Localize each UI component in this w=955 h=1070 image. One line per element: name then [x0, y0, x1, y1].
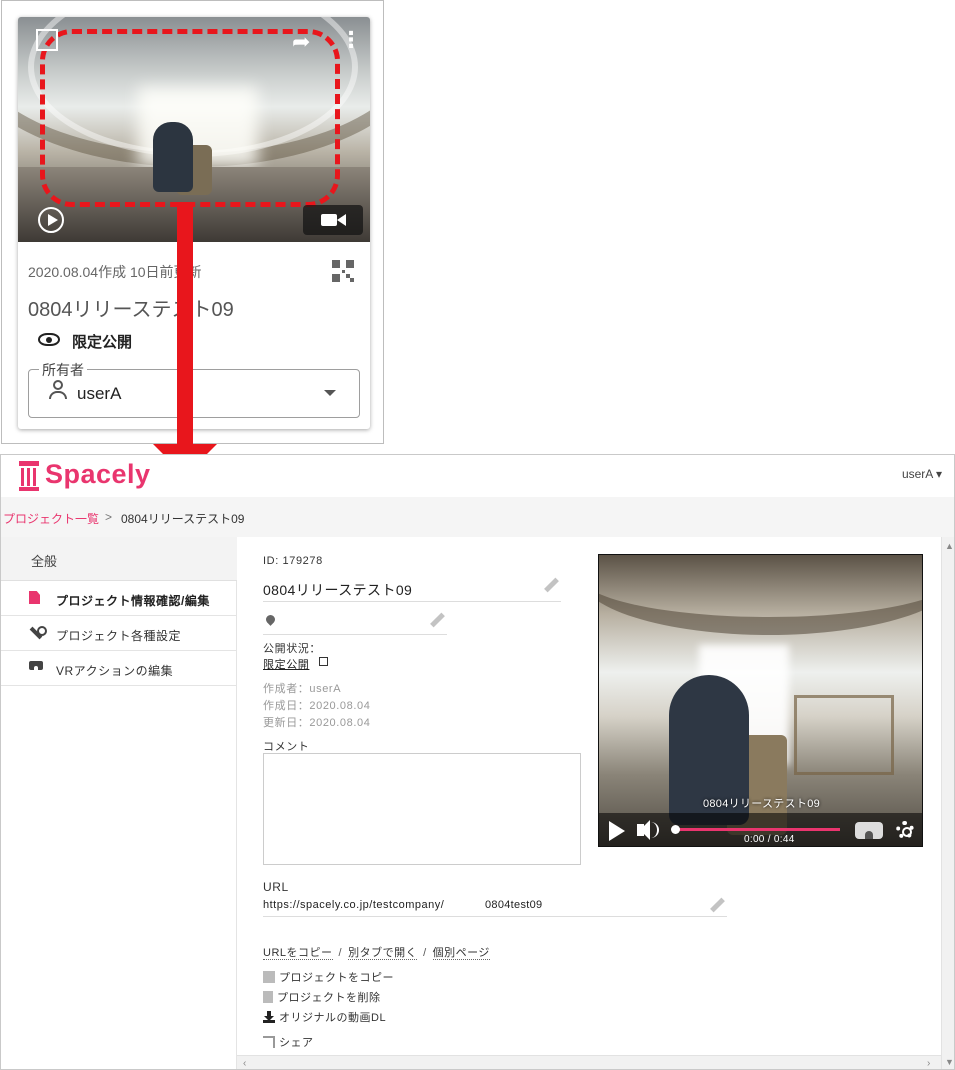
- play-circle-icon[interactable]: [38, 207, 64, 233]
- card-date-text: 2020.08.04作成 10日前更新: [28, 264, 202, 280]
- video-title: 0804リリーステスト09: [702, 798, 821, 810]
- location-pin-icon: [264, 613, 277, 626]
- url-prefix: https://spacely.co.jp/testcompany/: [263, 899, 445, 911]
- breadcrumb: プロジェクト一覧 > 0804リリーステスト09: [1, 497, 954, 537]
- user-icon: [49, 380, 67, 400]
- created-date-text: 作成日：2020.08.04: [263, 700, 371, 712]
- seek-bar[interactable]: [675, 828, 840, 831]
- owner-legend: 所有者: [39, 360, 87, 380]
- download-original-action[interactable]: オリジナルの動画DL: [263, 1009, 386, 1025]
- project-name: 0804リリーステスト09: [263, 582, 413, 598]
- panorama-thumbnail[interactable]: ➦ ⋮: [18, 17, 370, 242]
- sidebar: 全般 プロジェクト情報確認/編集 プロジェクト各種設定 VRアクションの編集: [1, 537, 237, 1069]
- video-time: 0:00 / 0:44: [744, 834, 795, 845]
- caret-down-icon[interactable]: [324, 390, 336, 396]
- top-bar: Spacely userA ▾: [1, 455, 954, 497]
- project-detail-screenshot: Spacely userA ▾ プロジェクト一覧 > 0804リリーステスト09…: [0, 454, 955, 1070]
- share-arrow-icon[interactable]: ➦: [292, 29, 310, 55]
- owner-name: userA: [77, 384, 122, 403]
- edit-name-pencil-icon[interactable]: [543, 578, 559, 594]
- qr-code-icon[interactable]: [332, 260, 354, 282]
- gear-icon[interactable]: [896, 821, 914, 839]
- edit-location-pencil-icon[interactable]: [429, 613, 445, 629]
- pillar-logo-icon: [19, 461, 39, 491]
- annotation-arrow-shaft: [177, 202, 193, 446]
- video-player[interactable]: 0804リリーステスト09 0:00 / 0:44: [598, 554, 923, 847]
- breadcrumb-separator: >: [105, 510, 113, 524]
- wrench-icon: [29, 626, 47, 640]
- download-icon: [263, 1011, 275, 1023]
- video-camera-icon: [303, 205, 363, 235]
- breadcrumb-current: 0804リリーステスト09: [121, 512, 245, 526]
- card-title[interactable]: 0804リリーステスト09: [28, 293, 234, 322]
- visibility-status: 限定公開: [72, 334, 133, 351]
- visibility-link[interactable]: 限定公開: [263, 656, 309, 672]
- more-vert-icon[interactable]: ⋮: [340, 27, 362, 53]
- user-menu[interactable]: userA ▾: [902, 467, 942, 481]
- creator-text: 作成者：userA: [263, 683, 342, 695]
- highlight-dashed-outline: [40, 29, 340, 207]
- edit-url-pencil-icon[interactable]: [709, 898, 725, 914]
- eye-icon: [38, 333, 60, 346]
- owner-select[interactable]: 所有者 userA: [28, 360, 360, 418]
- comment-label: コメント: [263, 741, 310, 753]
- copy-url-link[interactable]: URLをコピー: [263, 947, 333, 960]
- vr-mode-icon[interactable]: [855, 822, 883, 839]
- project-name-field[interactable]: 0804リリーステスト09: [263, 574, 561, 602]
- individual-page-link[interactable]: 個別ページ: [432, 947, 490, 960]
- updated-date-text: 更新日：2020.08.04: [263, 717, 371, 729]
- fullscreen-icon[interactable]: [36, 29, 58, 51]
- sidebar-item-project-settings[interactable]: プロジェクト各種設定: [1, 616, 237, 651]
- video-controls: 0:00 / 0:44: [599, 813, 922, 846]
- url-label: URL: [263, 880, 289, 894]
- share-action[interactable]: シェア: [263, 1034, 314, 1050]
- external-link-icon[interactable]: [319, 657, 328, 666]
- url-field[interactable]: https://spacely.co.jp/testcompany/ 0804t…: [263, 897, 727, 917]
- link-row: URLをコピー / 別タブで開く / 個別ページ: [263, 947, 490, 960]
- project-id: ID: 179278: [263, 555, 323, 567]
- sidebar-header: 全般: [1, 537, 237, 581]
- copy-project-action[interactable]: プロジェクトをコピー: [263, 969, 394, 985]
- volume-icon[interactable]: [637, 820, 650, 840]
- share-icon: [263, 1036, 275, 1048]
- play-icon[interactable]: [609, 821, 625, 841]
- url-slug-input[interactable]: 0804test09: [485, 899, 542, 911]
- sidebar-item-vr-actions[interactable]: VRアクションの編集: [1, 651, 237, 686]
- copy-icon: [263, 971, 275, 983]
- project-card[interactable]: ➦ ⋮ 2020.08.04作成 10日前更新 0804リリーステスト09 限定…: [18, 17, 370, 429]
- document-icon: [29, 591, 40, 604]
- comment-textarea[interactable]: [263, 753, 581, 865]
- horizontal-scrollbar[interactable]: ‹ ›: [237, 1055, 941, 1069]
- vr-goggles-icon: [29, 661, 43, 670]
- sidebar-item-project-info[interactable]: プロジェクト情報確認/編集: [1, 581, 237, 616]
- brand-logo[interactable]: Spacely: [45, 459, 151, 490]
- seek-handle[interactable]: [671, 825, 680, 834]
- visibility-label: 公開状況：: [263, 643, 321, 655]
- vertical-scrollbar[interactable]: ▲ ▼: [941, 537, 954, 1069]
- location-field[interactable]: [263, 611, 447, 635]
- breadcrumb-project-list[interactable]: プロジェクト一覧: [3, 510, 99, 527]
- trash-icon: [263, 991, 273, 1003]
- open-new-tab-link[interactable]: 別タブで開く: [348, 947, 418, 960]
- delete-project-action[interactable]: プロジェクトを削除: [263, 989, 381, 1005]
- main-panel: ID: 179278 0804リリーステスト09 公開状況： 限定公開 作成者：…: [237, 537, 941, 1055]
